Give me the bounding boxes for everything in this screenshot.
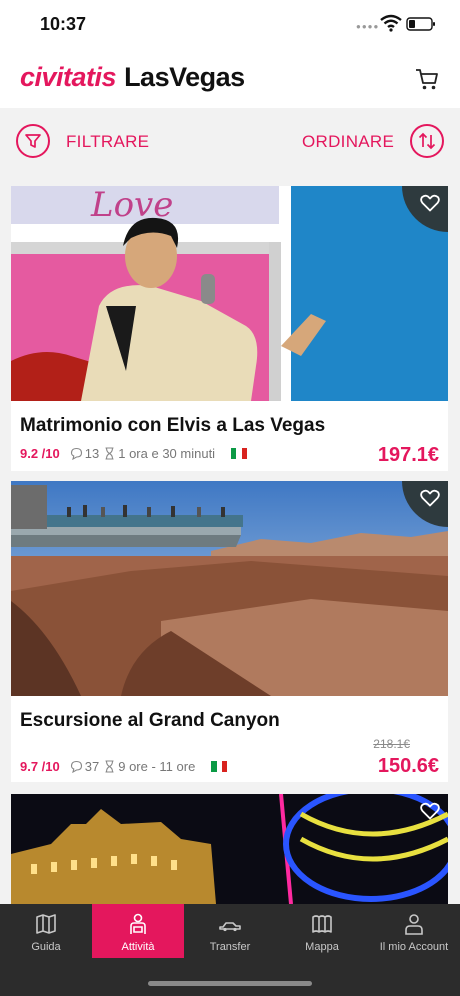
sort-icon (418, 132, 436, 150)
home-indicator (148, 981, 312, 986)
nav-item-attivita[interactable]: Attività (92, 904, 184, 958)
price: 150.6€ (377, 755, 439, 777)
brand-name: civitatis (20, 62, 117, 92)
activity-image[interactable]: Love (11, 186, 448, 401)
activity-title[interactable]: Matrimonio con Elvis a Las Vegas (20, 415, 325, 437)
map-icon (312, 915, 332, 933)
app-header: civitatis LasVegas (0, 50, 460, 108)
wifi-icon (380, 14, 402, 32)
nav-label: Mappa (305, 941, 339, 953)
italian-flag-icon (211, 761, 228, 772)
activity-card[interactable]: Love Matrimonio con Elvis a Las Vegas 9.… (11, 186, 448, 471)
activity-card[interactable]: Escursione al Grand Canyon 9.7 /10 37 9 … (11, 481, 448, 782)
user-icon (405, 914, 423, 935)
brand-logo[interactable]: civitatis LasVegas (20, 62, 245, 93)
order-button[interactable] (410, 124, 444, 158)
map-book-icon (36, 914, 56, 934)
status-time: 10:37 (40, 14, 87, 34)
signal-icon: ●●●● (356, 22, 380, 31)
activity-meta: 9.7 /10 37 9 ore - 11 ore (20, 759, 228, 774)
nav-label: Il mio Account (379, 941, 449, 953)
hourglass-icon (105, 760, 114, 773)
nav-label: Guida (31, 941, 61, 953)
activity-meta: 9.2 /10 13 1 ora e 30 minuti (20, 446, 248, 461)
nav-item-mappa[interactable]: Mappa (276, 904, 368, 958)
activity-title[interactable]: Escursione al Grand Canyon (20, 710, 280, 732)
filter-bar: FILTRARE ORDINARE (0, 108, 460, 176)
nav-item-guida[interactable]: Guida (0, 904, 92, 958)
nav-item-transfer[interactable]: Transfer (184, 904, 276, 958)
heart-icon (420, 489, 440, 507)
activity-card[interactable] (11, 794, 448, 904)
comment-icon (70, 447, 82, 460)
comment-icon (70, 760, 82, 773)
hourglass-icon (105, 447, 114, 460)
filter-button[interactable] (16, 124, 50, 158)
battery-icon (406, 17, 435, 31)
activity-image[interactable] (11, 794, 448, 904)
status-bar: 10:37 ●●●● (0, 0, 460, 50)
review-count: 13 (84, 446, 100, 461)
old-price: 218.1€ (373, 737, 410, 751)
filter-icon (25, 134, 41, 148)
nav-label: Attività (121, 941, 155, 953)
heart-icon (420, 194, 440, 212)
heart-icon (420, 802, 440, 820)
page-title: LasVegas (124, 62, 245, 92)
rating: 9.2 /10 (20, 446, 60, 461)
italian-flag-icon (231, 448, 248, 459)
rating: 9.7 /10 (20, 759, 60, 774)
order-label[interactable]: ORDINARE (302, 132, 394, 152)
activity-image[interactable] (11, 481, 448, 696)
cart-icon[interactable] (414, 66, 440, 92)
tourist-icon (130, 913, 146, 934)
review-count: 37 (84, 759, 100, 774)
duration: 1 ora e 30 minuti (118, 446, 216, 461)
car-icon (219, 922, 241, 932)
nav-item-account[interactable]: Il mio Account (368, 904, 460, 958)
nav-label: Transfer (209, 941, 251, 953)
filter-label[interactable]: FILTRARE (66, 132, 149, 152)
price: 197.1€ (377, 444, 439, 466)
duration: 9 ore - 11 ore (118, 759, 196, 774)
